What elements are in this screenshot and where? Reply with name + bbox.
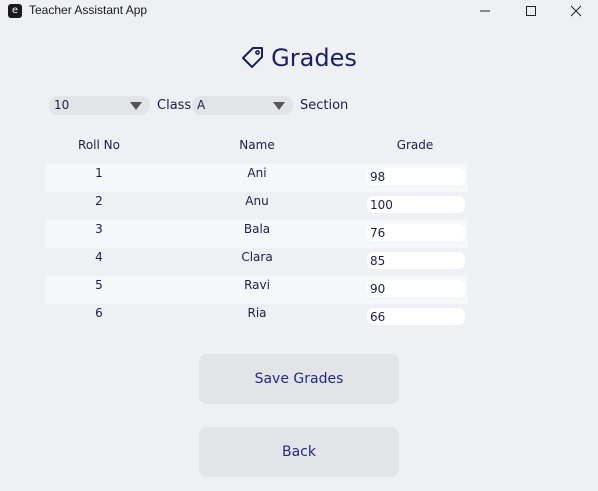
window-title: Teacher Assistant App — [29, 3, 148, 17]
section-label: Section — [300, 98, 349, 113]
close-button[interactable] — [553, 0, 598, 22]
roll-number: 3 — [95, 222, 103, 236]
back-button[interactable]: Back — [199, 427, 399, 477]
column-header-name: Name — [239, 138, 275, 152]
column-header-roll-no: Roll No — [78, 138, 120, 152]
minimize-button[interactable] — [462, 0, 508, 22]
class-label: Class — [157, 98, 192, 113]
student-name: Ravi — [244, 278, 270, 292]
page-title: Grades — [271, 44, 357, 72]
table-row: 6 Ria — [45, 304, 468, 332]
grade-input[interactable] — [367, 308, 465, 325]
app-icon: e — [8, 4, 22, 18]
roll-number: 1 — [95, 166, 103, 180]
grade-input[interactable] — [367, 252, 465, 269]
table-row: 4 Clara — [45, 248, 468, 276]
student-name: Ria — [247, 306, 267, 320]
close-icon — [570, 5, 582, 17]
roll-number: 6 — [95, 306, 103, 320]
student-name: Bala — [243, 222, 271, 236]
maximize-button[interactable] — [508, 0, 554, 22]
student-name: Anu — [245, 194, 269, 208]
roll-number: 5 — [95, 278, 103, 292]
grade-input[interactable] — [367, 196, 465, 213]
class-dropdown-value: 10 — [54, 98, 70, 112]
tag-icon — [242, 47, 264, 68]
roll-number: 4 — [95, 250, 103, 264]
grade-input[interactable] — [367, 224, 465, 241]
chevron-down-icon — [273, 102, 285, 110]
table-row: 2 Anu — [45, 192, 468, 220]
minimize-icon — [480, 10, 490, 12]
grade-input[interactable] — [367, 168, 465, 185]
column-header-grade: Grade — [396, 138, 434, 152]
maximize-icon — [526, 6, 536, 16]
title-bar[interactable]: e Teacher Assistant App — [0, 0, 598, 22]
class-dropdown[interactable]: 10 — [49, 96, 150, 115]
table-row: 1 Ani — [45, 164, 468, 192]
save-grades-button[interactable]: Save Grades — [199, 354, 399, 404]
chevron-down-icon — [130, 102, 142, 110]
roll-number: 2 — [95, 194, 103, 208]
student-name: Ani — [247, 166, 267, 180]
grade-input[interactable] — [367, 280, 465, 297]
table-row: 5 Ravi — [45, 276, 468, 304]
page-header: Grades — [0, 44, 598, 78]
student-name: Clara — [241, 250, 273, 264]
section-dropdown-value: A — [197, 98, 206, 112]
table-row: 3 Bala — [45, 220, 468, 248]
section-dropdown[interactable]: A — [192, 96, 293, 115]
